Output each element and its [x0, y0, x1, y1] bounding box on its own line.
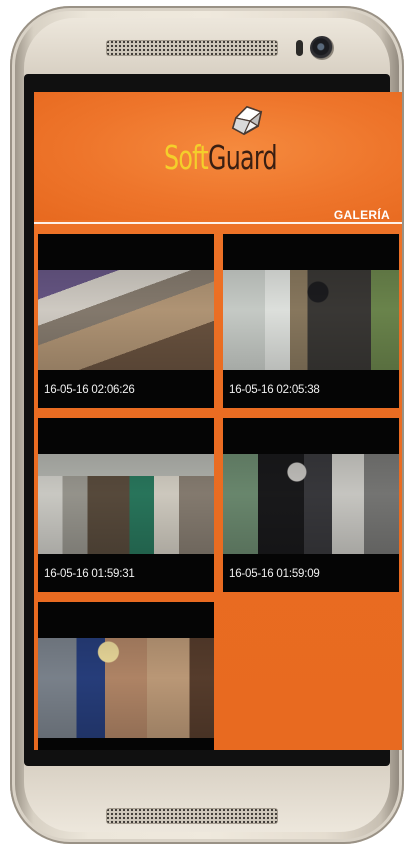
snapshot-thumbnail[interactable] [38, 454, 214, 554]
snapshot-thumbnail[interactable] [223, 454, 399, 554]
logo-soft-text: Soft [164, 138, 209, 177]
shield-logo-icon [231, 105, 263, 136]
logo-guard-text: Guard [208, 138, 278, 177]
front-camera-icon [310, 36, 334, 60]
gallery-item[interactable] [38, 602, 214, 750]
top-speaker-grille [106, 40, 278, 56]
gallery-item[interactable]: 16-05-16 01:59:31 [38, 418, 214, 592]
gallery-item[interactable]: 16-05-16 01:59:09 [223, 418, 399, 592]
snapshot-thumbnail[interactable] [223, 270, 399, 370]
snapshot-timestamp: 16-05-16 01:59:09 [229, 568, 320, 580]
bottom-speaker-grille [106, 808, 278, 824]
logo-banner: SoftGuard [34, 92, 402, 220]
softguard-logo: SoftGuard [164, 138, 278, 177]
page-title: GALERÍA [333, 208, 390, 222]
snapshot-thumbnail[interactable] [38, 638, 214, 738]
snapshot-timestamp: 16-05-16 02:06:26 [44, 384, 135, 396]
snapshot-thumbnail[interactable] [38, 270, 214, 370]
snapshot-timestamp: 16-05-16 01:59:31 [44, 568, 135, 580]
snapshot-timestamp: 16-05-16 02:05:38 [229, 384, 320, 396]
app-screen: SoftGuard GALERÍA 16-05-16 02:06:26 16-0… [34, 92, 402, 750]
section-divider [34, 222, 402, 224]
proximity-sensor [296, 40, 303, 56]
gallery-item[interactable]: 16-05-16 02:05:38 [223, 234, 399, 408]
gallery-item[interactable]: 16-05-16 02:06:26 [38, 234, 214, 408]
